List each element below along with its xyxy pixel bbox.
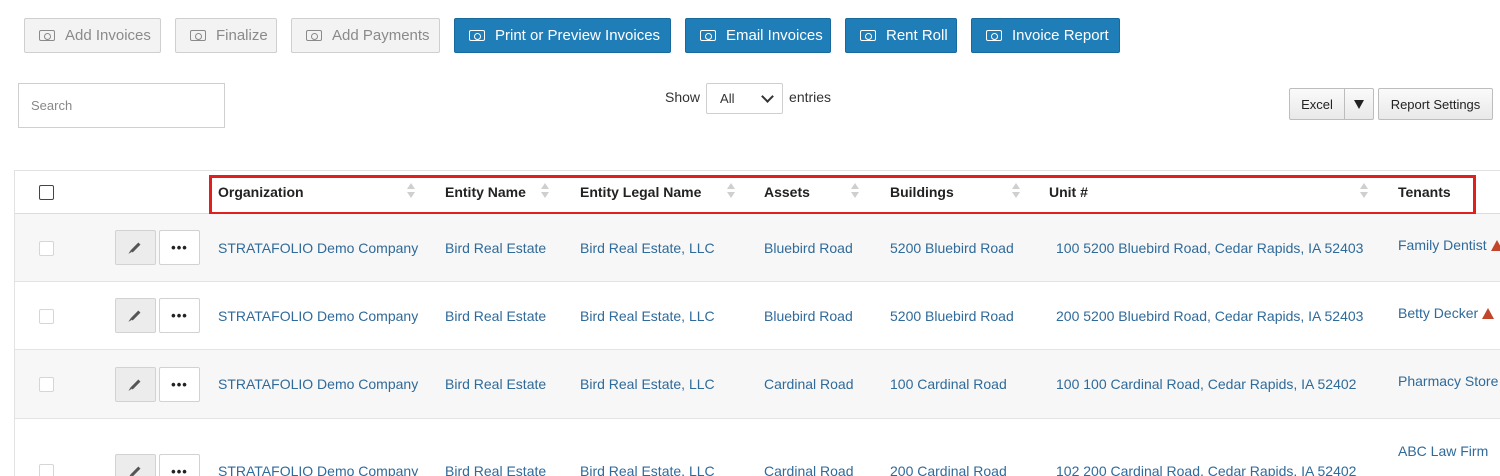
cell-entity-legal-name[interactable]: Bird Real Estate, LLC — [580, 240, 715, 256]
more-icon: ••• — [171, 240, 188, 255]
edit-button[interactable] — [115, 230, 156, 265]
report-settings-label: Report Settings — [1390, 96, 1481, 112]
cell-organization[interactable]: STRATAFOLIO Demo Company — [218, 240, 418, 256]
more-options-button[interactable]: ••• — [159, 367, 200, 402]
rent-roll-button[interactable]: Rent Roll — [845, 18, 957, 53]
export-group: Excel — [1289, 88, 1374, 120]
add-payments-label: Add Payments — [332, 27, 430, 44]
more-icon: ••• — [171, 308, 188, 323]
money-icon — [860, 30, 876, 41]
more-options-button[interactable]: ••• — [159, 298, 200, 333]
print-preview-label: Print or Preview Invoices — [495, 27, 661, 44]
invoices-table: Organization Entity Name Entity Legal Na… — [14, 170, 1500, 476]
pencil-icon — [130, 379, 141, 390]
finalize-button[interactable]: Finalize — [175, 18, 277, 53]
more-icon: ••• — [171, 377, 188, 392]
cell-entity-name[interactable]: Bird Real Estate — [445, 240, 546, 256]
warning-icon — [1490, 240, 1500, 251]
table-row[interactable]: ••• STRATAFOLIO Demo Company Bird Real E… — [15, 214, 1500, 282]
edit-button[interactable] — [115, 454, 156, 476]
cell-entity-legal-name[interactable]: Bird Real Estate, LLC — [580, 376, 715, 392]
tenant-name: Betty Decker — [1398, 305, 1479, 321]
cell-unit[interactable]: 200 5200 Bluebird Road, Cedar Rapids, IA… — [1056, 308, 1363, 324]
email-invoices-button[interactable]: Email Invoices — [685, 18, 831, 53]
add-payments-button[interactable]: Add Payments — [291, 18, 440, 53]
excel-export-button[interactable]: Excel — [1289, 88, 1345, 120]
cell-buildings[interactable]: 200 Cardinal Road — [890, 463, 1007, 476]
cell-unit[interactable]: 102 200 Cardinal Road, Cedar Rapids, IA … — [1056, 463, 1356, 476]
pencil-icon — [130, 466, 141, 476]
excel-label: Excel — [1301, 96, 1333, 112]
print-preview-invoices-button[interactable]: Print or Preview Invoices — [454, 18, 671, 53]
cell-assets[interactable]: Cardinal Road — [764, 376, 854, 392]
header-highlight-box — [209, 175, 1476, 215]
show-label: Show — [665, 89, 701, 105]
row-checkbox[interactable] — [39, 309, 54, 324]
search-input[interactable] — [18, 83, 225, 128]
row-checkbox[interactable] — [39, 377, 54, 392]
money-icon — [986, 30, 1002, 41]
caret-down-icon — [1354, 99, 1364, 109]
cell-tenant[interactable]: Betty Decker — [1398, 305, 1495, 321]
cell-assets[interactable]: Bluebird Road — [764, 240, 853, 256]
cell-buildings[interactable]: 100 Cardinal Road — [890, 376, 1007, 392]
add-invoices-button[interactable]: Add Invoices — [24, 18, 161, 53]
more-icon: ••• — [171, 464, 188, 476]
row-checkbox[interactable] — [39, 241, 54, 256]
warning-icon — [1482, 308, 1495, 319]
table-row[interactable]: ••• STRATAFOLIO Demo Company Bird Real E… — [15, 282, 1500, 350]
table-row[interactable]: ••• STRATAFOLIO Demo Company Bird Real E… — [15, 350, 1500, 419]
pencil-icon — [130, 310, 141, 321]
entries-select[interactable]: All — [706, 83, 784, 114]
toolbar: Add Invoices Finalize Add Payments Print… — [24, 18, 1120, 53]
entries-length-control: Show All entries — [665, 83, 831, 114]
select-all-checkbox[interactable] — [39, 185, 54, 200]
cell-assets[interactable]: Cardinal Road — [764, 463, 854, 476]
cell-organization[interactable]: STRATAFOLIO Demo Company — [218, 463, 418, 476]
more-options-button[interactable]: ••• — [159, 230, 200, 265]
tenant-name: Pharmacy Store — [1398, 373, 1499, 389]
money-icon — [39, 30, 55, 41]
cell-organization[interactable]: STRATAFOLIO Demo Company — [218, 376, 418, 392]
cell-entity-name[interactable]: Bird Real Estate — [445, 308, 546, 324]
rent-roll-label: Rent Roll — [886, 27, 948, 44]
table-header: Organization Entity Name Entity Legal Na… — [15, 171, 1500, 215]
tenant-name: ABC Law Firm — [1398, 443, 1489, 459]
table-row[interactable]: ••• STRATAFOLIO Demo Company Bird Real E… — [15, 419, 1500, 476]
cell-assets[interactable]: Bluebird Road — [764, 308, 853, 324]
more-options-button[interactable]: ••• — [159, 454, 200, 476]
edit-button[interactable] — [115, 367, 156, 402]
report-settings-button[interactable]: Report Settings — [1378, 88, 1493, 120]
entries-label: entries — [789, 89, 832, 105]
cell-tenant[interactable]: ABC Law Firm — [1398, 443, 1488, 459]
row-checkbox[interactable] — [39, 464, 54, 476]
money-icon — [306, 30, 322, 41]
chevron-down-icon — [761, 89, 774, 103]
entries-select-value: All — [720, 91, 735, 106]
edit-button[interactable] — [115, 298, 156, 333]
finalize-label: Finalize — [216, 27, 268, 44]
cell-tenant[interactable]: Pharmacy Store — [1398, 373, 1498, 389]
export-dropdown-button[interactable] — [1345, 88, 1374, 120]
cell-buildings[interactable]: 5200 Bluebird Road — [890, 240, 1014, 256]
invoice-report-button[interactable]: Invoice Report — [971, 18, 1120, 53]
add-invoices-label: Add Invoices — [65, 27, 151, 44]
cell-buildings[interactable]: 5200 Bluebird Road — [890, 308, 1014, 324]
cell-organization[interactable]: STRATAFOLIO Demo Company — [218, 308, 418, 324]
money-icon — [469, 30, 485, 41]
money-icon — [700, 30, 716, 41]
invoice-report-label: Invoice Report — [1012, 27, 1109, 44]
cell-entity-legal-name[interactable]: Bird Real Estate, LLC — [580, 308, 715, 324]
cell-unit[interactable]: 100 100 Cardinal Road, Cedar Rapids, IA … — [1056, 376, 1356, 392]
cell-tenant[interactable]: Family Dentist — [1398, 237, 1500, 253]
cell-unit[interactable]: 100 5200 Bluebird Road, Cedar Rapids, IA… — [1056, 240, 1363, 256]
pencil-icon — [130, 242, 141, 253]
cell-entity-legal-name[interactable]: Bird Real Estate, LLC — [580, 463, 715, 476]
cell-entity-name[interactable]: Bird Real Estate — [445, 463, 546, 476]
cell-entity-name[interactable]: Bird Real Estate — [445, 376, 546, 392]
money-icon — [190, 30, 206, 41]
email-invoices-label: Email Invoices — [726, 27, 823, 44]
tenant-name: Family Dentist — [1398, 237, 1487, 253]
